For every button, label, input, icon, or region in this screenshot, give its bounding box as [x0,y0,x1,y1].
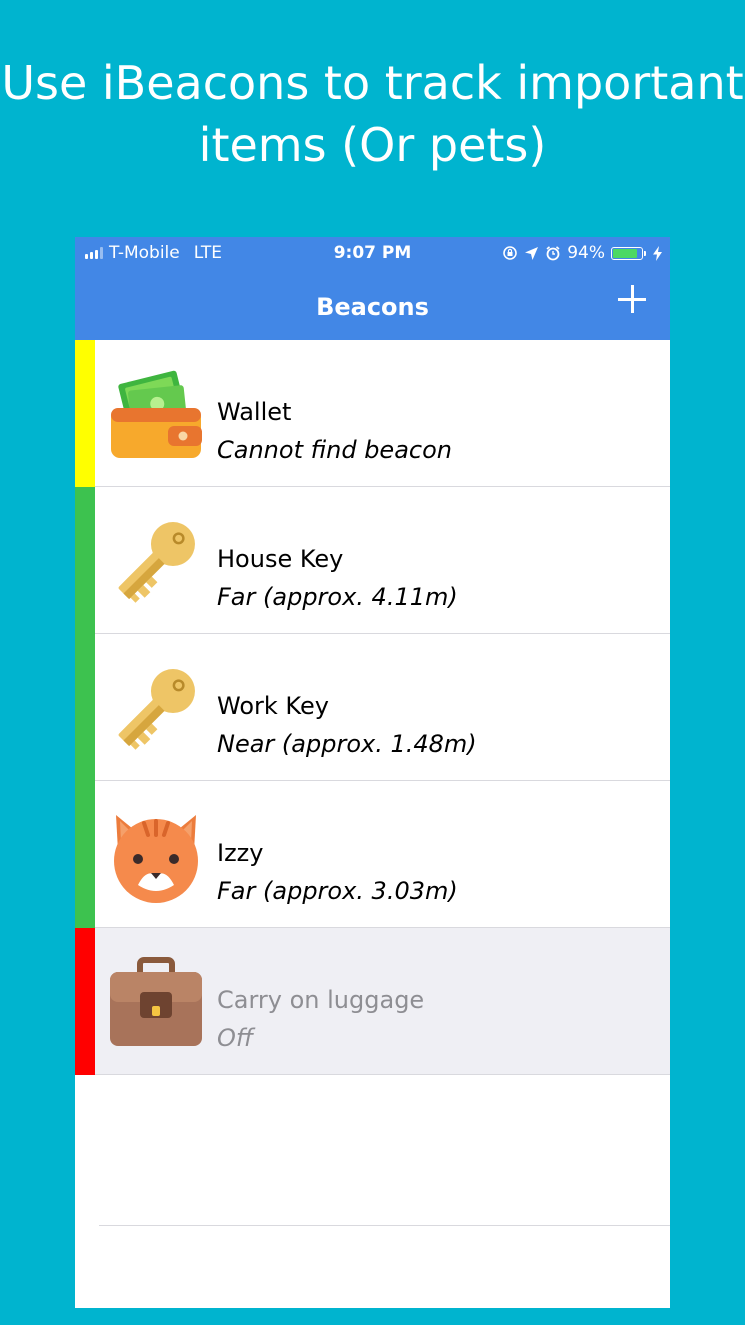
phone-screen: T-Mobile LTE 9:07 PM 94% Beacons Wallet … [75,237,670,1308]
beacon-status: Far (approx. 4.11m) [217,583,458,611]
key-icon [118,669,195,750]
proximity-indicator [75,781,95,928]
rotation-lock-icon [503,246,518,260]
proximity-indicator [75,928,95,1075]
beacon-row-work-key[interactable]: Work Key Near (approx. 1.48m) [75,634,670,781]
status-bar: T-Mobile LTE 9:07 PM 94% [75,237,670,271]
promo-headline: Use iBeacons to track important items (O… [0,52,745,176]
beacon-status: Cannot find beacon [217,436,452,464]
key-icon [118,522,195,603]
promo-line-2: items (Or pets) [198,118,547,172]
proximity-indicator [75,634,95,781]
nav-bar: Beacons [75,271,670,340]
beacon-row-carry-on-luggage[interactable]: Carry on luggage Off [75,928,670,1075]
cat-icon [114,815,198,903]
battery-icon [611,246,646,260]
beacon-status: Off [217,1024,254,1052]
briefcase-icon [110,957,202,1046]
page-title: Beacons [316,293,429,321]
beacon-status: Near (approx. 1.48m) [217,730,477,758]
beacon-row-wallet[interactable]: Wallet Cannot find beacon [75,340,670,487]
beacon-name: House Key [217,545,344,573]
alarm-icon [546,246,560,261]
proximity-indicator [75,340,95,487]
location-icon [525,246,539,260]
beacon-row-house-key[interactable]: House Key Far (approx. 4.11m) [75,487,670,634]
row-divider [99,1225,670,1226]
beacon-row-izzy[interactable]: Izzy Far (approx. 3.03m) [75,781,670,928]
battery-percent: 94% [567,243,605,263]
proximity-indicator [75,487,95,634]
beacon-name: Wallet [217,398,292,426]
beacon-name: Izzy [217,839,264,867]
beacon-name: Carry on luggage [217,986,425,1014]
beacon-list: Wallet Cannot find beacon House Key Far [75,340,670,1075]
add-beacon-button[interactable] [616,283,648,315]
beacon-status: Far (approx. 3.03m) [217,877,458,905]
beacon-name: Work Key [217,692,329,720]
promo-line-1: Use iBeacons to track important [1,56,744,110]
charging-bolt-icon [653,245,662,261]
wallet-icon [111,370,202,458]
